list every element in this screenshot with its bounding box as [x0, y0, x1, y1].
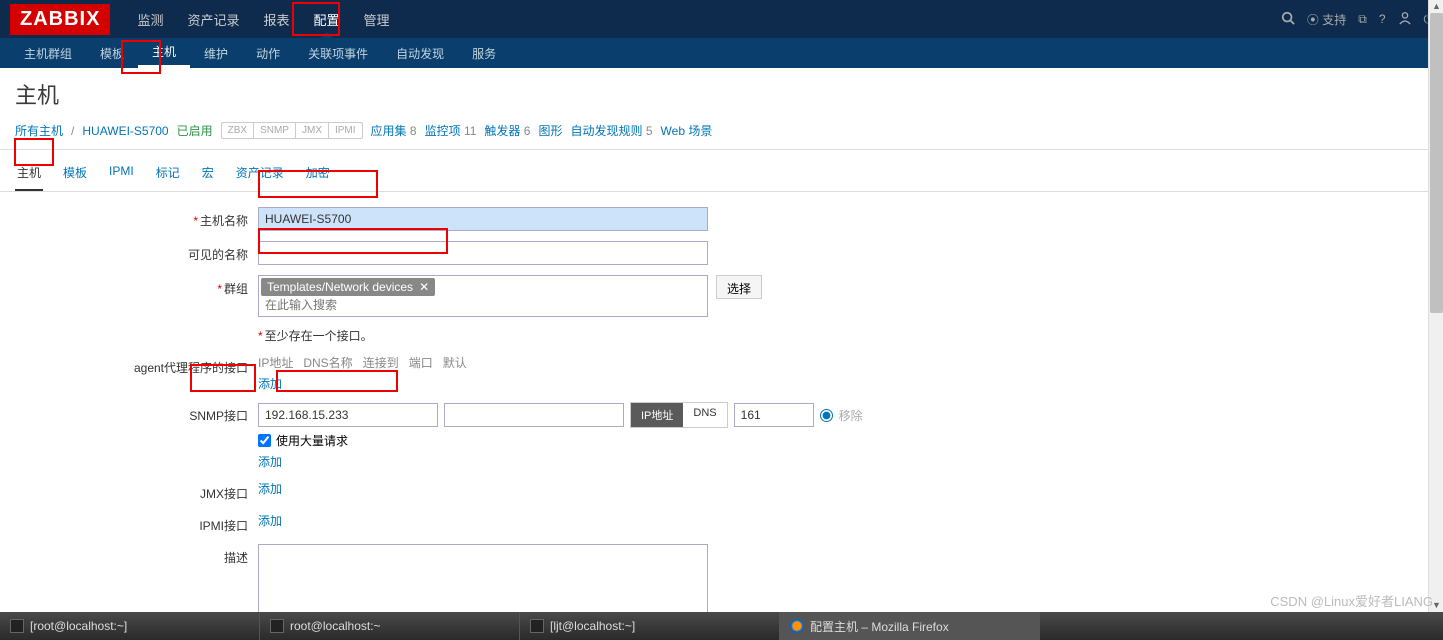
bc-applications[interactable]: 应用集 8: [371, 122, 417, 139]
top-nav: 监测 资产记录 报表 配置 管理: [125, 0, 1280, 38]
host-name-input[interactable]: [258, 207, 708, 231]
top-right: ⦿ 支持 ⧉ ? ⏻: [1281, 11, 1433, 28]
bulk-label: 使用大量请求: [276, 432, 348, 449]
support-link[interactable]: ⦿ 支持: [1307, 11, 1346, 28]
tab-host[interactable]: 主机: [15, 158, 43, 191]
tag-ipmi: IPMI: [329, 123, 362, 138]
snmp-ip-input[interactable]: [258, 403, 438, 427]
task-terminal-1[interactable]: [root@localhost:~]: [0, 612, 260, 640]
bc-tags: ZBX SNMP JMX IPMI: [221, 122, 363, 139]
topnav-inventory[interactable]: 资产记录: [175, 0, 251, 38]
task-firefox[interactable]: 配置主机 – Mozilla Firefox: [780, 612, 1040, 640]
logo[interactable]: ZABBIX: [10, 4, 110, 35]
terminal-icon: [530, 619, 544, 633]
bulk-row: 使用大量请求: [258, 432, 863, 449]
snmp-add-link[interactable]: 添加: [258, 453, 863, 470]
desc-textarea[interactable]: [258, 544, 708, 614]
bc-all-hosts[interactable]: 所有主机: [15, 122, 63, 139]
snmp-label: SNMP接口: [0, 402, 258, 424]
search-icon[interactable]: [1281, 11, 1295, 28]
snmp-default-radio[interactable]: [820, 409, 833, 422]
share-icon[interactable]: ⧉: [1358, 12, 1367, 27]
desc-label: 描述: [0, 544, 258, 566]
min-iface-hint: *至少存在一个接口。: [258, 327, 373, 344]
select-button[interactable]: 选择: [716, 275, 762, 299]
bc-status: 已启用: [177, 122, 213, 139]
user-icon[interactable]: [1398, 11, 1412, 28]
page-title: 主机: [0, 68, 1443, 118]
tab-macros[interactable]: 宏: [200, 158, 216, 191]
remove-group-icon[interactable]: ✕: [419, 280, 429, 294]
bc-discovery[interactable]: 自动发现规则 5: [570, 122, 652, 139]
tab-encryption[interactable]: 加密: [304, 158, 332, 191]
group-chip: Templates/Network devices✕: [261, 278, 435, 296]
jmx-add-link[interactable]: 添加: [258, 480, 282, 497]
bc-graphs[interactable]: 图形: [538, 122, 562, 139]
ipmi-label: IPMI接口: [0, 512, 258, 534]
snmp-dns-input[interactable]: [444, 403, 624, 427]
bc-items[interactable]: 监控项 11: [425, 122, 477, 139]
subnav-maintenance[interactable]: 维护: [190, 38, 242, 68]
agent-add-link[interactable]: 添加: [258, 375, 467, 392]
subnav-hostgroups[interactable]: 主机群组: [10, 38, 86, 68]
form: *主机名称 可见的名称 *群组 Templates/Network device…: [0, 192, 1443, 614]
groups-box[interactable]: Templates/Network devices✕: [258, 275, 708, 317]
watermark: CSDN @Linux爱好者LIANG: [1270, 591, 1433, 610]
bc-web[interactable]: Web 场景: [661, 122, 713, 139]
tab-ipmi[interactable]: IPMI: [107, 158, 136, 191]
jmx-label: JMX接口: [0, 480, 258, 502]
topnav-configuration[interactable]: 配置: [302, 0, 352, 38]
subnav-actions[interactable]: 动作: [242, 38, 294, 68]
tab-inventory[interactable]: 资产记录: [234, 158, 286, 191]
tabs: 主机 模板 IPMI 标记 宏 资产记录 加密: [0, 150, 1443, 192]
bc-triggers[interactable]: 触发器 6: [484, 122, 530, 139]
ipmi-add-link[interactable]: 添加: [258, 512, 282, 529]
task-terminal-2[interactable]: root@localhost:~: [260, 612, 520, 640]
subnav-templates[interactable]: 模板: [86, 38, 138, 68]
help-icon[interactable]: ?: [1379, 12, 1386, 26]
subnav-hosts[interactable]: 主机: [138, 38, 190, 68]
terminal-icon: [270, 619, 284, 633]
visible-name-input[interactable]: [258, 241, 708, 265]
tag-jmx: JMX: [296, 123, 329, 138]
scroll-up-icon[interactable]: ▲: [1430, 0, 1443, 13]
taskbar: [root@localhost:~] root@localhost:~ [ljt…: [0, 612, 1443, 640]
groups-label: *群组: [0, 275, 258, 297]
tab-tags[interactable]: 标记: [154, 158, 182, 191]
topnav-administration[interactable]: 管理: [352, 0, 402, 38]
agent-label: agent代理程序的接口: [0, 354, 258, 376]
task-terminal-3[interactable]: [ljt@localhost:~]: [520, 612, 780, 640]
bc-sep: /: [71, 124, 74, 138]
host-name-label: *主机名称: [0, 207, 258, 229]
snmp-connect-toggle[interactable]: IP地址 DNS: [630, 402, 728, 428]
topnav-monitoring[interactable]: 监测: [125, 0, 175, 38]
subnav-services[interactable]: 服务: [458, 38, 510, 68]
subnav-discovery[interactable]: 自动发现: [382, 38, 458, 68]
terminal-icon: [10, 619, 24, 633]
topnav-reports[interactable]: 报表: [251, 0, 301, 38]
bc-host[interactable]: HUAWEI-S5700: [82, 124, 168, 138]
bulk-checkbox[interactable]: [258, 434, 271, 447]
sub-nav: 主机群组 模板 主机 维护 动作 关联项事件 自动发现 服务: [0, 38, 1443, 68]
visible-name-label: 可见的名称: [0, 241, 258, 263]
toggle-dns[interactable]: DNS: [683, 403, 726, 427]
subnav-correlation[interactable]: 关联项事件: [294, 38, 382, 68]
tag-zbx: ZBX: [222, 123, 254, 138]
breadcrumb: 所有主机 / HUAWEI-S5700 已启用 ZBX SNMP JMX IPM…: [0, 118, 1443, 150]
group-search-input[interactable]: [261, 296, 461, 314]
iface-headers: IP地址DNS名称连接到端口默认: [258, 354, 467, 371]
tag-snmp: SNMP: [254, 123, 296, 138]
snmp-iface-row: IP地址 DNS 移除: [258, 402, 863, 428]
scrollbar[interactable]: ▲ ▼: [1428, 0, 1443, 612]
snmp-remove-link: 移除: [839, 407, 863, 424]
firefox-icon: [790, 619, 804, 633]
scroll-thumb[interactable]: [1430, 13, 1443, 313]
toggle-ip[interactable]: IP地址: [631, 403, 683, 427]
top-bar: ZABBIX 监测 资产记录 报表 配置 管理 ⦿ 支持 ⧉ ? ⏻: [0, 0, 1443, 38]
tab-templates[interactable]: 模板: [61, 158, 89, 191]
snmp-port-input[interactable]: [734, 403, 814, 427]
